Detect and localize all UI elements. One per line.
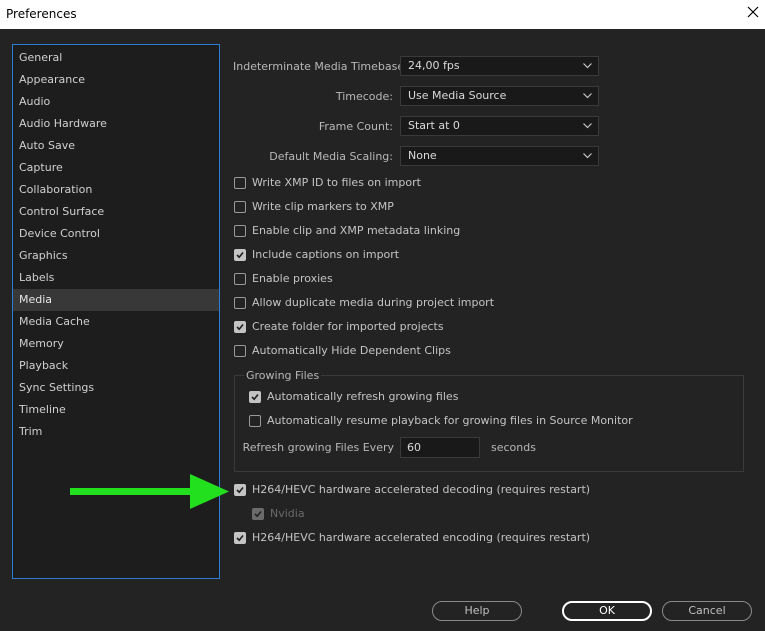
sidebar-item-capture[interactable]: Capture (13, 157, 219, 179)
checkbox-box[interactable] (234, 225, 246, 237)
refresh-unit-label: seconds (491, 441, 536, 454)
sidebar-item-audio[interactable]: Audio (13, 91, 219, 113)
sidebar-item-trim[interactable]: Trim (13, 421, 219, 443)
timebase-label: Indeterminate Media Timebase: (233, 60, 408, 73)
proxies-label: Enable proxies (252, 272, 333, 285)
checkbox-box[interactable] (252, 508, 264, 520)
checkbox-box[interactable] (234, 273, 246, 285)
frame-count-value: Start at 0 (408, 119, 460, 132)
sidebar-item-appearance[interactable]: Appearance (13, 69, 219, 91)
sidebar-item-general[interactable]: General (13, 47, 219, 69)
hide-dependent-label: Automatically Hide Dependent Clips (252, 344, 451, 357)
sidebar-item-control-surface[interactable]: Control Surface (13, 201, 219, 223)
frame-count-select[interactable]: Start at 0 (400, 116, 599, 136)
timebase-select[interactable]: 24,00 fps (400, 56, 599, 76)
arrow-shaft (70, 488, 192, 495)
chevron-down-icon (583, 63, 592, 69)
refresh-interval-input[interactable]: 60 (400, 437, 480, 458)
checkbox-box[interactable] (234, 177, 246, 189)
checkbox-box[interactable] (234, 201, 246, 213)
checkbox-box[interactable] (249, 391, 261, 403)
checkbox-box[interactable] (234, 249, 246, 261)
sidebar-item-audio-hardware[interactable]: Audio Hardware (13, 113, 219, 135)
checkbox-box[interactable] (249, 415, 261, 427)
close-icon[interactable] (747, 6, 759, 18)
timecode-label: Timecode: (335, 90, 393, 103)
window-title: Preferences (6, 7, 77, 21)
checkmark-icon (236, 534, 244, 542)
checkmark-icon (236, 323, 244, 331)
ok-button[interactable]: OK (562, 601, 652, 621)
help-button[interactable]: Help (432, 601, 522, 621)
sidebar-item-timeline[interactable]: Timeline (13, 399, 219, 421)
checkmark-icon (236, 251, 244, 259)
scaling-select[interactable]: None (400, 146, 599, 166)
sidebar-item-memory[interactable]: Memory (13, 333, 219, 355)
checkmark-icon (251, 393, 259, 401)
chevron-down-icon (583, 153, 592, 159)
refresh-interval-label: Refresh growing Files Every (242, 441, 394, 454)
timebase-value: 24,00 fps (408, 59, 460, 72)
create-folder-label: Create folder for imported projects (252, 320, 444, 333)
sidebar-item-device-control[interactable]: Device Control (13, 223, 219, 245)
duplicate-label: Allow duplicate media during project imp… (252, 296, 495, 309)
sidebar-item-sync-settings[interactable]: Sync Settings (13, 377, 219, 399)
sidebar-item-auto-save[interactable]: Auto Save (13, 135, 219, 157)
chevron-down-icon (583, 93, 592, 99)
checkbox-box[interactable] (234, 321, 246, 333)
xmp-id-label: Write XMP ID to files on import (252, 176, 421, 189)
checkmark-icon (236, 486, 244, 494)
checkbox-box[interactable] (234, 484, 246, 496)
xmp-linking-label: Enable clip and XMP metadata linking (252, 224, 461, 237)
sidebar-item-media[interactable]: Media (13, 289, 219, 311)
auto-resume-label: Automatically resume playback for growin… (267, 414, 633, 427)
sidebar-item-labels[interactable]: Labels (13, 267, 219, 289)
scaling-label: Default Media Scaling: (269, 150, 393, 163)
sidebar-item-playback[interactable]: Playback (13, 355, 219, 377)
timecode-value: Use Media Source (408, 89, 507, 102)
checkbox-box[interactable] (234, 297, 246, 309)
scaling-value: None (408, 149, 437, 162)
sidebar-item-media-cache[interactable]: Media Cache (13, 311, 219, 333)
chevron-down-icon (583, 123, 592, 129)
checkmark-icon (254, 510, 262, 518)
checkbox-box[interactable] (234, 345, 246, 357)
cancel-button[interactable]: Cancel (662, 601, 752, 621)
timecode-select[interactable]: Use Media Source (400, 86, 599, 106)
sidebar-item-collaboration[interactable]: Collaboration (13, 179, 219, 201)
sidebar-item-graphics[interactable]: Graphics (13, 245, 219, 267)
title-bar: Preferences (0, 0, 765, 29)
clip-markers-label: Write clip markers to XMP (252, 200, 394, 213)
frame-count-label: Frame Count: (318, 120, 393, 133)
refresh-interval-value: 60 (407, 441, 421, 454)
auto-refresh-label: Automatically refresh growing files (267, 390, 459, 403)
arrow-head (190, 474, 229, 509)
captions-label: Include captions on import (252, 248, 400, 261)
growing-files-title: Growing Files (244, 369, 322, 382)
hw-decoding-label: H264/HEVC hardware accelerated decoding … (252, 483, 591, 496)
checkbox-box[interactable] (234, 532, 246, 544)
nvidia-label: Nvidia (270, 507, 305, 520)
hw-encoding-label: H264/HEVC hardware accelerated encoding … (252, 531, 591, 544)
annotation-arrow-icon (70, 474, 229, 509)
